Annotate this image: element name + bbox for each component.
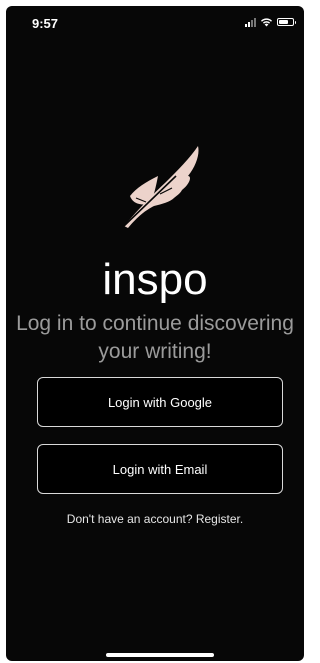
home-indicator[interactable]	[106, 653, 214, 657]
cellular-signal-icon	[245, 17, 256, 27]
feather-icon	[123, 146, 199, 228]
status-icons	[245, 15, 296, 29]
login-with-google-button[interactable]: Login with Google	[37, 377, 283, 427]
status-time: 9:57	[32, 16, 59, 31]
wifi-icon	[261, 18, 272, 27]
app-name: inspo	[102, 255, 208, 304]
login-with-email-button[interactable]: Login with Email	[37, 444, 283, 494]
login-tagline: Log in to continue discovering your writ…	[16, 312, 294, 363]
register-link[interactable]: Don't have an account? Register.	[6, 512, 304, 526]
status-bar: 9:57	[6, 6, 304, 36]
app-screen: 9:57 inspo Log in to continue discoverin…	[6, 6, 304, 661]
battery-icon	[277, 18, 296, 26]
